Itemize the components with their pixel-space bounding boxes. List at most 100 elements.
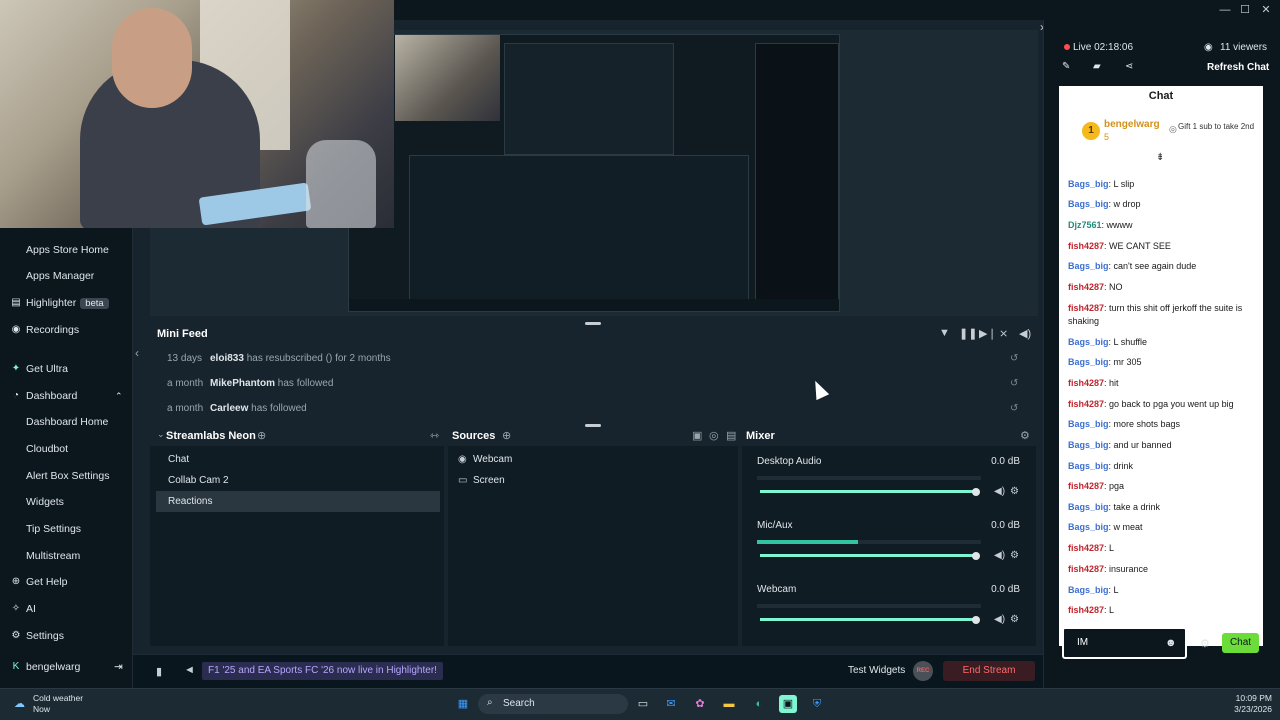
task-view-icon[interactable]: ▭	[634, 695, 652, 713]
chat-username[interactable]: fish4287	[1068, 481, 1104, 491]
sidebar-item-dashboard-home[interactable]: Dashboard Home	[0, 411, 133, 433]
pin-icon[interactable]: ⇟	[1156, 152, 1164, 163]
stream-info-icon[interactable]: ▰	[1093, 61, 1101, 72]
security-app-icon[interactable]: ⛨	[808, 695, 826, 713]
chat-username[interactable]: Bags_big	[1068, 440, 1109, 450]
resize-handle[interactable]	[585, 322, 601, 325]
sidebar-item-cloudbot[interactable]: Cloudbot	[0, 438, 133, 460]
sidebar-item-apps-store-home[interactable]: Apps Store Home	[0, 239, 133, 261]
resize-handle[interactable]	[585, 424, 601, 427]
stream-preview[interactable]	[348, 34, 840, 312]
taskbar-search[interactable]	[478, 694, 628, 714]
chat-username[interactable]: fish4287	[1068, 282, 1104, 292]
chat-username[interactable]: Bags_big	[1068, 357, 1109, 367]
gear-icon[interactable]: ⚙	[1010, 550, 1019, 561]
replay-icon[interactable]: ↺	[1010, 372, 1018, 396]
windows-start-icon[interactable]: ▦	[454, 695, 472, 713]
chat-username[interactable]: Bags_big	[1068, 261, 1109, 271]
chat-username[interactable]: fish4287	[1068, 543, 1104, 553]
minimize-icon[interactable]: —	[1215, 2, 1235, 18]
sidebar-item-get-help[interactable]: ⊕ Get Help	[0, 571, 133, 593]
add-scene-icon[interactable]: ⊕	[257, 429, 266, 442]
sidebar-item-dashboard[interactable]: ◔ Dashboard ⌃	[0, 385, 133, 407]
gift-banner[interactable]: 1 bengelwarg 5 ◎ Gift 1 sub to take 2nd	[1074, 116, 1254, 150]
volume-slider[interactable]	[760, 554, 976, 557]
scene-item[interactable]: Chat	[156, 449, 440, 470]
gear-icon[interactable]: ⚙	[1020, 429, 1030, 442]
chat-username[interactable]: Bags_big	[1068, 179, 1109, 189]
gear-icon[interactable]: ⚙	[1010, 614, 1019, 625]
edge-icon[interactable]: ◐	[750, 695, 768, 713]
file-explorer-icon[interactable]: ▬	[720, 695, 738, 713]
copilot-icon[interactable]: ✿	[691, 695, 709, 713]
replay-icon[interactable]: ↺	[1010, 347, 1018, 371]
source-item[interactable]: ◉ Webcam	[454, 449, 724, 470]
sidebar-item-widgets[interactable]: Widgets	[0, 491, 133, 513]
filter-icon[interactable]: ▼	[939, 327, 950, 339]
chat-username[interactable]: fish4287	[1068, 303, 1104, 313]
lock-icon[interactable]: ◎	[709, 429, 719, 442]
chat-username[interactable]: Djz7561	[1068, 220, 1102, 230]
gear-icon[interactable]: ⚙	[1200, 637, 1210, 650]
sidebar-item-multistream[interactable]: Multistream	[0, 545, 133, 567]
record-button[interactable]: REC	[913, 661, 933, 681]
chat-username[interactable]: Bags_big	[1068, 337, 1109, 347]
maximize-icon[interactable]: ☐	[1235, 2, 1255, 18]
add-source-icon[interactable]: ⊕	[502, 429, 511, 442]
promo-banner[interactable]: F1 '25 and EA Sports FC '26 now live in …	[202, 662, 443, 680]
folder-icon[interactable]: ▣	[692, 429, 702, 442]
close-icon[interactable]: ✕	[1256, 2, 1276, 18]
chat-username[interactable]: fish4287	[1068, 399, 1104, 409]
chevron-left-icon[interactable]: ‹	[135, 346, 139, 360]
sidebar-item-apps-manager[interactable]: Apps Manager	[0, 265, 133, 287]
scene-item-selected[interactable]: Reactions	[156, 491, 440, 512]
chevron-down-icon[interactable]: ⌄	[157, 429, 165, 440]
sidebar-item-settings[interactable]: ⚙ Settings	[0, 625, 133, 647]
sidebar-item-alert-box-settings[interactable]: Alert Box Settings	[0, 465, 133, 487]
sidebar-item-ai[interactable]: ✧ AI	[0, 598, 133, 620]
volume-slider-handle[interactable]	[972, 616, 980, 624]
send-chat-button[interactable]: Chat	[1222, 633, 1259, 653]
sidebar-item-get-ultra[interactable]: ✦ Get Ultra	[0, 358, 133, 380]
gear-icon[interactable]: ⚙	[1010, 486, 1019, 497]
chat-username[interactable]: Bags_big	[1068, 419, 1109, 429]
mute-icon[interactable]: ◀)	[994, 614, 1005, 625]
sidebar-user[interactable]: Kbengelwarg ⇥	[0, 656, 133, 678]
chat-username[interactable]: Bags_big	[1068, 461, 1109, 471]
volume-slider-handle[interactable]	[972, 552, 980, 560]
emoji-icon[interactable]: ☻	[1165, 637, 1177, 649]
chat-username[interactable]: fish4287	[1068, 241, 1104, 251]
chat-username[interactable]: Bags_big	[1068, 199, 1109, 209]
edit-icon[interactable]: ✎	[1062, 61, 1070, 72]
replay-icon[interactable]: ↺	[1010, 397, 1018, 421]
source-item[interactable]: ▭ Screen	[454, 470, 724, 491]
sidebar-item-recordings[interactable]: ◉ Recordings	[0, 319, 133, 341]
volume-slider[interactable]	[760, 618, 976, 621]
source-properties-icon[interactable]: ▤	[726, 429, 736, 442]
chat-username[interactable]: Bags_big	[1068, 502, 1109, 512]
pause-icon[interactable]: ❚❚	[959, 327, 977, 340]
scene-transition-icon[interactable]: ⇿	[430, 429, 439, 442]
volume-icon[interactable]: ◀)	[1019, 327, 1031, 340]
chat-username[interactable]: fish4287	[1068, 564, 1104, 574]
test-widgets-button[interactable]: Test Widgets	[848, 665, 905, 676]
end-stream-button[interactable]: End Stream	[943, 661, 1035, 681]
chat-username[interactable]: Bags_big	[1068, 522, 1109, 532]
outlook-icon[interactable]: ✉	[662, 695, 680, 713]
volume-slider-handle[interactable]	[972, 488, 980, 496]
chat-username[interactable]: fish4287	[1068, 378, 1104, 388]
share-icon[interactable]: ⋖	[1125, 61, 1133, 72]
mute-icon[interactable]: ◀)	[994, 550, 1005, 561]
logout-icon[interactable]: ⇥	[114, 656, 123, 678]
refresh-chat-button[interactable]: Refresh Chat	[1207, 62, 1269, 73]
scene-item[interactable]: Collab Cam 2	[156, 470, 440, 491]
streamlabs-icon[interactable]: ▣	[779, 695, 797, 713]
mute-icon[interactable]: ◀)	[994, 486, 1005, 497]
chat-username[interactable]: fish4287	[1068, 605, 1104, 615]
mute-alerts-icon[interactable]: ⨯	[999, 327, 1008, 340]
volume-slider[interactable]	[760, 490, 976, 493]
sidebar-item-tip-settings[interactable]: Tip Settings	[0, 518, 133, 540]
skip-icon[interactable]: ▶❘	[979, 327, 997, 340]
performance-icon[interactable]: ▮	[156, 665, 162, 678]
sidebar-item-highlighter[interactable]: ▤ Highlighter beta	[0, 292, 133, 314]
